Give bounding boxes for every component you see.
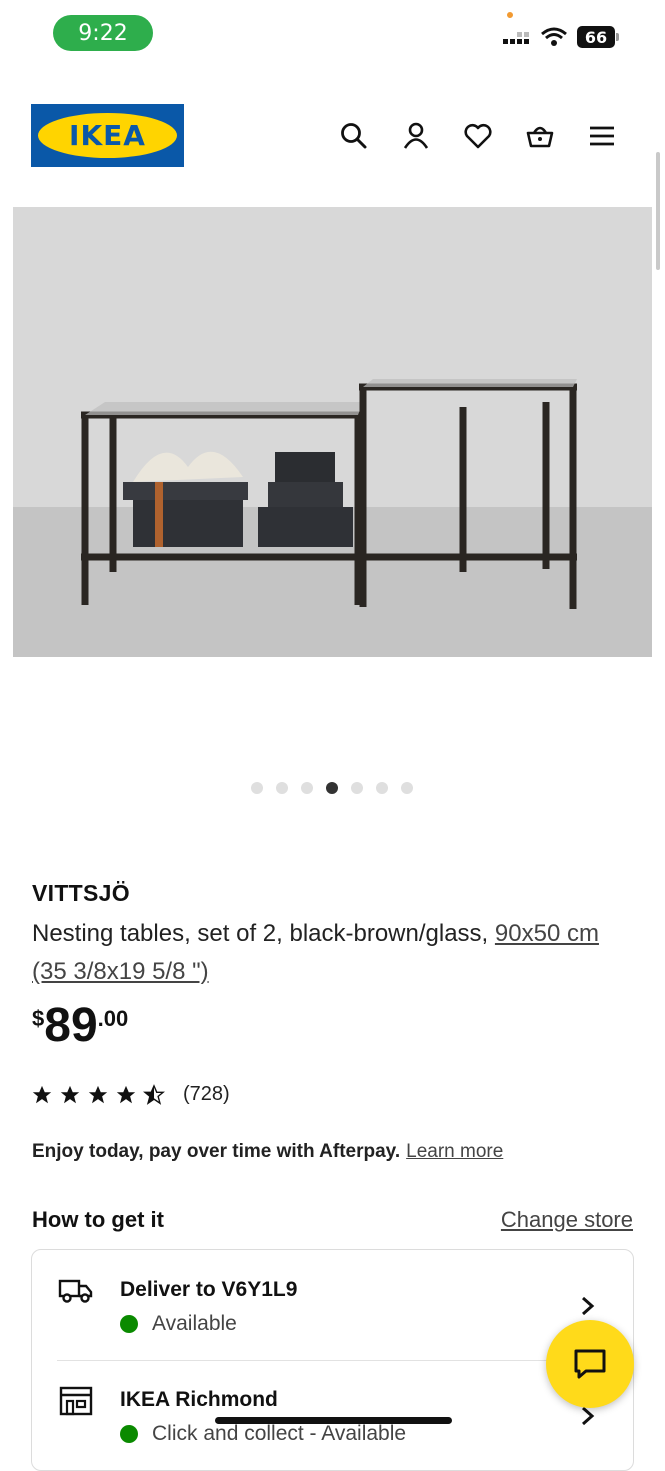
rating-count: (728) [183,1083,230,1105]
star-icon [88,1085,108,1103]
home-indicator[interactable] [215,1417,452,1424]
price-currency: $ [32,1006,45,1031]
store-status-text: Click and collect - Available [152,1422,407,1445]
price-decimal: .00 [97,1006,129,1031]
store-option[interactable]: IKEA Richmond Click and collect - Availa… [32,1360,633,1460]
delivery-truck-icon [58,1279,93,1303]
half-star-icon [143,1083,165,1105]
store-icon [59,1386,93,1416]
gallery-dot-active[interactable] [326,782,338,794]
wifi-icon [541,27,567,46]
cellular-signal-icon [503,32,529,44]
status-icons: 66 [503,26,619,48]
availability-dot [120,1425,138,1443]
delivery-option[interactable]: Deliver to V6Y1L9 Available [32,1250,633,1350]
afterpay-text: Enjoy today, pay over time with Afterpay… [32,1141,401,1162]
star-icon [32,1085,52,1103]
product-image[interactable] [13,207,652,657]
delivery-title: Deliver to V6Y1L9 [120,1278,298,1301]
afterpay-learn-more-link[interactable]: Learn more [406,1141,503,1162]
favorites-heart-icon[interactable] [460,118,496,154]
ikea-logo[interactable]: IKEA [31,104,184,167]
product-description: Nesting tables, set of 2, black-brown/gl… [32,915,622,991]
delivery-status: Available [120,1312,237,1336]
account-icon[interactable] [398,118,434,154]
afterpay-message: Enjoy today, pay over time with Afterpay… [32,1141,503,1163]
availability-dot [120,1315,138,1333]
gallery-dot[interactable] [376,782,388,794]
search-icon[interactable] [336,118,372,154]
gallery-dot[interactable] [301,782,313,794]
product-description-text: Nesting tables, set of 2, black-brown/gl… [32,920,489,947]
store-status: Click and collect - Available [120,1422,406,1446]
nesting-tables-illustration [13,207,652,657]
status-time: 9:22 [53,15,153,51]
star-icon [60,1085,80,1103]
delivery-status-text: Available [152,1312,237,1335]
gallery-pagination [251,782,413,794]
how-to-get-it-heading: How to get it [32,1207,164,1232]
chevron-right-icon [582,1296,595,1316]
price-integer: 89 [44,999,98,1052]
menu-icon[interactable] [584,118,620,154]
chat-button[interactable] [546,1320,634,1408]
shopping-bag-icon[interactable] [522,118,558,154]
chat-bubble-icon [574,1349,606,1379]
product-name: VITTSJÖ [32,880,130,906]
product-rating[interactable]: (728) [31,1083,230,1106]
privacy-indicator-dot [507,12,513,18]
star-icon [116,1085,136,1103]
logo-text: IKEA [69,119,146,152]
change-store-link[interactable]: Change store [501,1207,633,1233]
battery-indicator: 66 [577,26,619,48]
gallery-dot[interactable] [251,782,263,794]
fulfillment-options-card: Deliver to V6Y1L9 Available IKEA Richmon… [31,1249,634,1471]
page-scrollbar[interactable] [656,152,660,270]
product-price: $ 89 .00 [32,1002,128,1050]
gallery-dot[interactable] [351,782,363,794]
store-title: IKEA Richmond [120,1388,278,1411]
gallery-dot[interactable] [401,782,413,794]
gallery-dot[interactable] [276,782,288,794]
rating-stars [31,1083,165,1106]
